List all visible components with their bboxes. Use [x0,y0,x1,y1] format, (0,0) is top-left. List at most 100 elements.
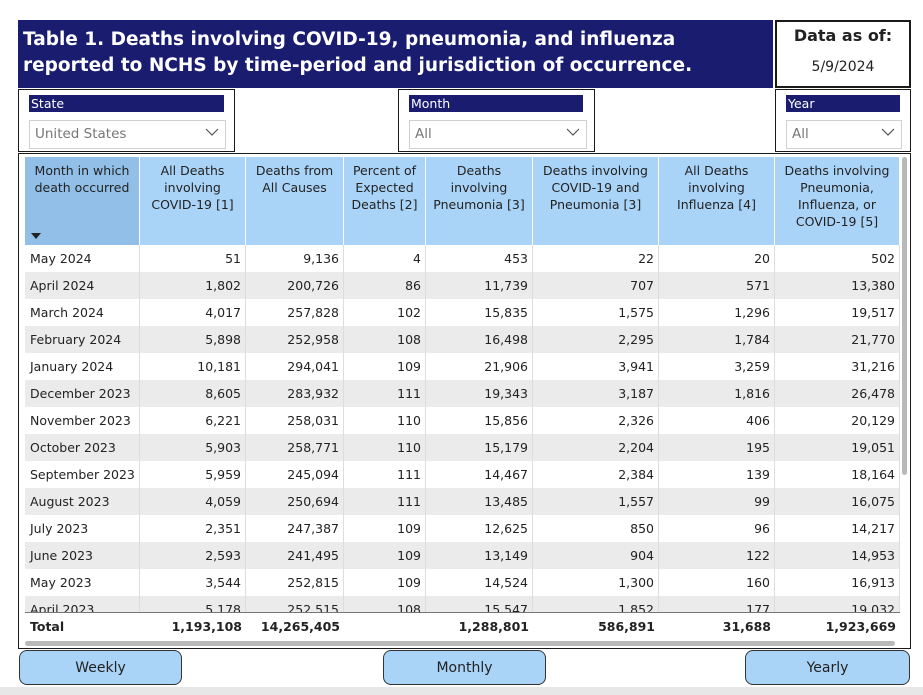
state-dropdown[interactable]: United States [29,120,226,149]
cell-influenza: 3,259 [659,353,775,380]
yearly-button[interactable]: Yearly [745,650,910,685]
column-header-label: Month in which death occurred [34,163,130,195]
cell-pneumonia: 14,467 [426,461,533,488]
cell-covid-and-pneumonia: 1,300 [533,569,659,596]
column-header-all-causes[interactable]: Deaths from All Causes [246,157,344,245]
weekly-button[interactable]: Weekly [19,650,182,685]
cell-month: April 2024 [25,272,140,299]
month-slicer: Month All [398,89,595,152]
cell-pic: 14,953 [775,542,900,569]
cell-all-causes: 245,094 [246,461,344,488]
cell-influenza: 406 [659,407,775,434]
cell-pic: 20,129 [775,407,900,434]
cell-all-causes: 252,815 [246,569,344,596]
cell-pneumonia: 16,498 [426,326,533,353]
cell-covid-deaths: 5,898 [140,326,246,353]
cell-covid-and-pneumonia: 850 [533,515,659,542]
cell-pneumonia: 19,343 [426,380,533,407]
cell-pneumonia: 21,906 [426,353,533,380]
table-row[interactable]: March 2024 4,017 257,828 102 15,835 1,575 1,29… [25,299,900,326]
cell-influenza: 571 [659,272,775,299]
data-as-of-label: Data as of: [793,26,893,45]
cell-covid-deaths: 10,181 [140,353,246,380]
cell-pic: 16,075 [775,488,900,515]
cell-month: March 2024 [25,299,140,326]
cell-covid-and-pneumonia: 2,326 [533,407,659,434]
cell-all-causes: 250,694 [246,488,344,515]
cell-covid-and-pneumonia: 904 [533,542,659,569]
cell-percent-expected: 110 [344,407,426,434]
column-header-covid-deaths[interactable]: All Deaths involving COVID-19 [1] [140,157,246,245]
cell-pneumonia: 15,835 [426,299,533,326]
total-pneumonia: 1,288,801 [458,618,529,634]
state-slicer-label: State [29,95,224,112]
cell-influenza: 122 [659,542,775,569]
cell-covid-deaths: 2,593 [140,542,246,569]
table-row[interactable]: August 2023 4,059 250,694 111 13,485 1,557 99 1… [25,488,900,515]
cell-pic: 19,517 [775,299,900,326]
table-row[interactable]: October 2023 5,903 258,771 110 15,179 2,204 19… [25,434,900,461]
chevron-down-icon [205,128,219,136]
cell-percent-expected: 108 [344,326,426,353]
column-header-pneumonia[interactable]: Deaths involving Pneumonia [3] [426,157,533,245]
table-row[interactable]: April 2024 1,802 200,726 86 11,739 707 571 13,3… [25,272,900,299]
cell-pic: 16,913 [775,569,900,596]
table-row[interactable]: February 2024 5,898 252,958 108 16,498 2,295 1… [25,326,900,353]
cell-covid-deaths: 51 [140,245,246,272]
cell-month: December 2023 [25,380,140,407]
cell-month: July 2023 [25,515,140,542]
table-row[interactable]: January 2024 10,181 294,041 109 21,906 3,941 3… [25,353,900,380]
cell-all-causes: 294,041 [246,353,344,380]
chevron-down-icon [566,128,580,136]
table-row[interactable]: September 2023 5,959 245,094 111 14,467 2,384… [25,461,900,488]
chevron-down-icon [881,128,895,136]
table-row[interactable]: July 2023 2,351 247,387 109 12,625 850 96 14,21… [25,515,900,542]
table-row[interactable]: May 2023 3,544 252,815 109 14,524 1,300 160 16,… [25,569,900,596]
cell-month: May 2024 [25,245,140,272]
sort-descending-icon [31,233,41,239]
year-dropdown[interactable]: All [786,120,902,149]
cell-pic: 26,478 [775,380,900,407]
cell-percent-expected: 109 [344,353,426,380]
horizontal-scrollbar-thumb[interactable] [25,641,895,646]
vertical-scrollbar[interactable] [902,157,907,637]
table-row[interactable]: April 2023 5,178 252,515 108 15,547 1,852 177 1… [25,596,900,612]
cell-covid-deaths: 5,178 [140,596,246,612]
total-all-causes: 14,265,405 [260,618,340,634]
month-dropdown[interactable]: All [409,120,587,149]
cell-all-causes: 241,495 [246,542,344,569]
cell-all-causes: 9,136 [246,245,344,272]
column-header-influenza[interactable]: All Deaths involving Influenza [4] [659,157,775,245]
cell-covid-deaths: 5,959 [140,461,246,488]
column-header-month[interactable]: Month in which death occurred [25,157,140,245]
table-row[interactable]: May 2024 51 9,136 4 453 22 20 502 [25,245,900,272]
total-pic: 1,923,669 [825,618,896,634]
cell-month: February 2024 [25,326,140,353]
cell-covid-deaths: 8,605 [140,380,246,407]
column-header-covid-and-pneumonia[interactable]: Deaths involving COVID-19 and Pneumonia … [533,157,659,245]
table-row[interactable]: November 2023 6,221 258,031 110 15,856 2,326 4… [25,407,900,434]
cell-pic: 19,032 [775,596,900,612]
column-header-pic[interactable]: Deaths involving Pneumonia, Influenza, o… [775,157,900,245]
cell-percent-expected: 111 [344,380,426,407]
year-slicer-label: Year [786,95,900,112]
cell-pneumonia: 14,524 [426,569,533,596]
table-viewport[interactable]: Month in which death occurred All Deaths… [25,154,900,612]
monthly-button[interactable]: Monthly [383,650,546,685]
cell-pneumonia: 15,179 [426,434,533,461]
cell-month: November 2023 [25,407,140,434]
cell-pneumonia: 15,856 [426,407,533,434]
horizontal-scrollbar[interactable] [25,641,900,646]
cell-month: October 2023 [25,434,140,461]
cell-influenza: 195 [659,434,775,461]
cell-pic: 19,051 [775,434,900,461]
table-row[interactable]: December 2023 8,605 283,932 111 19,343 3,187 1… [25,380,900,407]
table-row[interactable]: June 2023 2,593 241,495 109 13,149 904 122 14,9… [25,542,900,569]
deaths-table: Month in which death occurred All Deaths… [18,153,911,649]
column-header-percent-expected[interactable]: Percent of Expected Deaths [2] [344,157,426,245]
cell-all-causes: 252,515 [246,596,344,612]
cell-covid-and-pneumonia: 1,852 [533,596,659,612]
cell-influenza: 1,784 [659,326,775,353]
cell-influenza: 1,296 [659,299,775,326]
vertical-scrollbar-thumb[interactable] [902,157,907,475]
